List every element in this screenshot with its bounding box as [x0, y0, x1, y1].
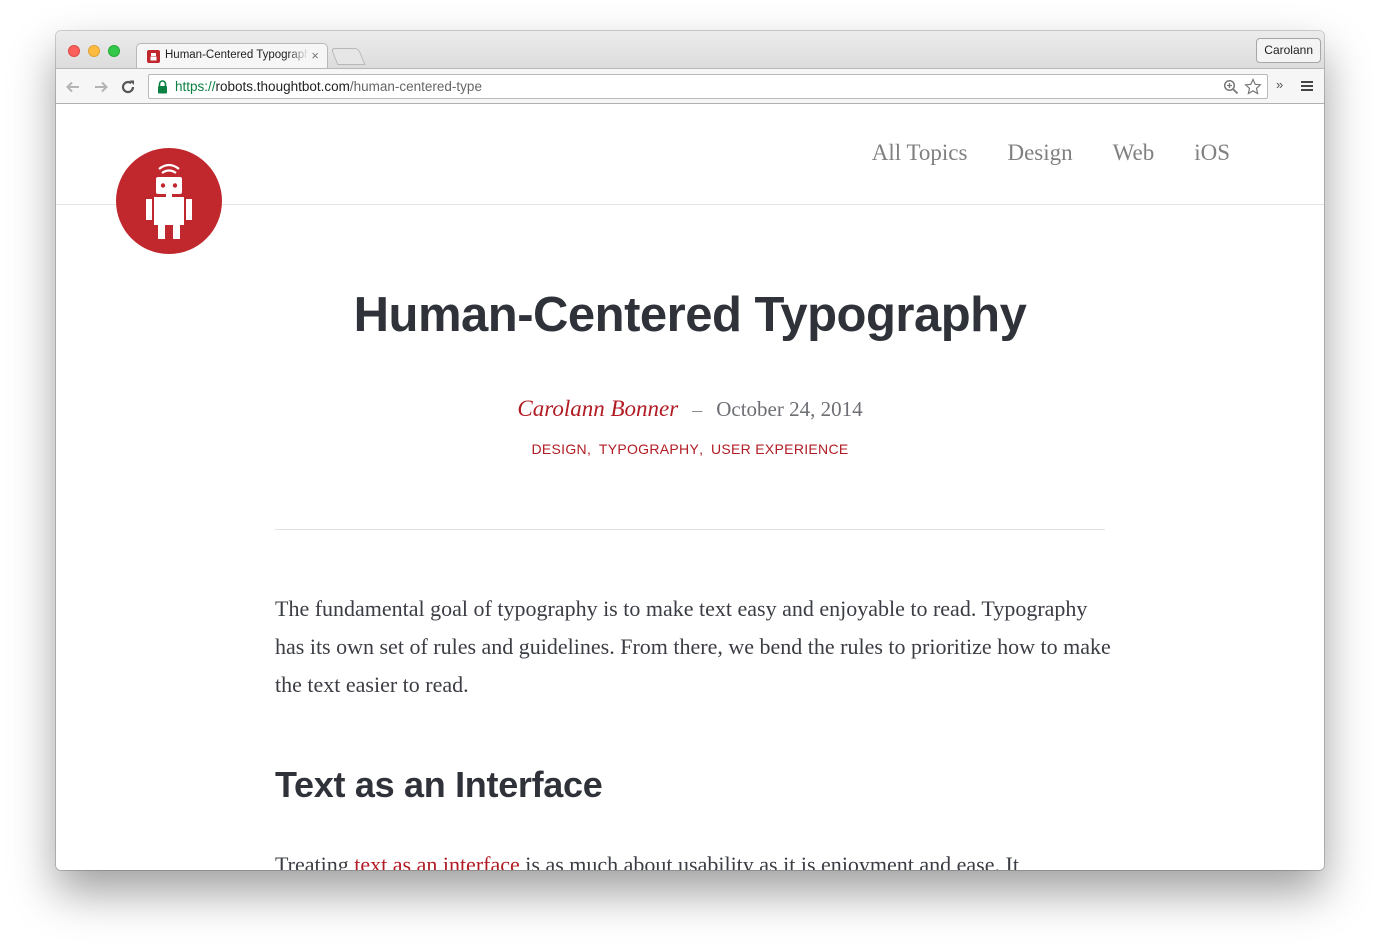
url-host: robots.thoughtbot.com	[215, 79, 350, 94]
browser-toolbar: https://robots.thoughtbot.com/human-cent…	[56, 68, 1324, 104]
byline: Carolann Bonner – October 24, 2014	[56, 396, 1324, 422]
url-scheme: https://	[175, 79, 216, 94]
section-heading: Text as an Interface	[275, 764, 603, 805]
robot-icon	[146, 163, 192, 239]
close-window-button[interactable]	[68, 45, 80, 57]
title-bar: Human-Centered Typography | thoughtbot ×…	[56, 31, 1324, 68]
url-path: /human-centered-type	[349, 79, 482, 94]
tag-user-experience[interactable]: USER EXPERIENCE	[711, 441, 849, 457]
profile-button[interactable]: Carolann	[1256, 38, 1321, 63]
paragraph-text: is as much about usability as it is enjo…	[519, 852, 1019, 870]
browser-window: Human-Centered Typography | thoughtbot ×…	[56, 31, 1324, 870]
paragraph-text: Treating	[275, 852, 355, 870]
lock-icon	[158, 80, 167, 94]
tag-list: DESIGN, TYPOGRAPHY, USER EXPERIENCE	[56, 441, 1324, 457]
publish-date: October 24, 2014	[716, 397, 863, 421]
tab-title: Human-Centered Typography | thoughtbot	[165, 49, 309, 61]
tag-design[interactable]: DESIGN	[531, 441, 586, 457]
top-navigation: All Topics Design Web iOS	[872, 140, 1230, 166]
intro-paragraph: The fundamental goal of typography is to…	[275, 596, 1111, 697]
thoughtbot-robot-logo[interactable]	[116, 148, 222, 254]
nav-design[interactable]: Design	[1007, 140, 1072, 166]
minimize-window-button[interactable]	[88, 45, 100, 57]
web-page: All Topics Design Web iOS Human-Centered…	[56, 104, 1324, 870]
tag-typography[interactable]: TYPOGRAPHY	[599, 441, 699, 457]
forward-arrow-icon[interactable]	[92, 78, 110, 96]
divider	[275, 529, 1105, 530]
tag-separator: ,	[699, 441, 703, 457]
nav-all-topics[interactable]: All Topics	[872, 140, 968, 166]
byline-separator: –	[692, 399, 703, 421]
url-text[interactable]: https://robots.thoughtbot.com/human-cent…	[175, 79, 482, 94]
zoom-icon[interactable]	[1223, 79, 1239, 95]
article-title: Human-Centered Typography	[353, 288, 1027, 342]
robot-favicon-icon	[147, 50, 160, 63]
site-header: All Topics Design Web iOS	[56, 104, 1324, 205]
tag-separator: ,	[586, 441, 591, 457]
bookmark-star-icon[interactable]	[1244, 78, 1262, 96]
address-bar[interactable]: https://robots.thoughtbot.com/human-cent…	[148, 74, 1268, 99]
nav-ios[interactable]: iOS	[1194, 140, 1230, 166]
body-paragraph: Treating text as an interface is as much…	[275, 846, 1115, 870]
reload-icon[interactable]	[119, 78, 137, 96]
hamburger-menu-icon[interactable]	[1300, 79, 1314, 93]
new-tab-button[interactable]	[330, 48, 366, 65]
back-arrow-icon[interactable]	[64, 78, 82, 96]
text-as-interface-link[interactable]: text as an interface	[354, 852, 520, 870]
extensions-overflow-icon[interactable]: »	[1276, 77, 1283, 92]
zoom-window-button[interactable]	[108, 45, 120, 57]
author-link[interactable]: Carolann Bonner	[517, 396, 678, 421]
browser-tab[interactable]: Human-Centered Typography | thoughtbot ×	[136, 43, 328, 68]
article-body: The fundamental goal of typography is to…	[275, 590, 1115, 870]
tab-close-icon[interactable]: ×	[311, 48, 319, 63]
nav-web[interactable]: Web	[1113, 140, 1155, 166]
